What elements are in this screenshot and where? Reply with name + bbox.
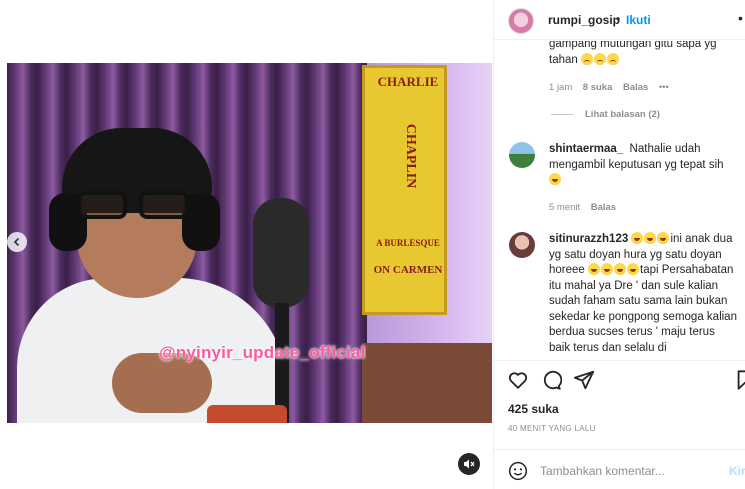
comment-icon[interactable] xyxy=(540,369,562,391)
comment-time: 1 jam xyxy=(549,82,573,93)
comment-time: 5 menit xyxy=(549,202,581,213)
send-button[interactable]: Kirim xyxy=(729,464,745,478)
sad-emoji-icon xyxy=(606,52,619,65)
comment-meta: 1 jam 8 suka Balas ••• xyxy=(549,82,669,93)
microphone xyxy=(253,198,309,308)
reply-button[interactable]: Balas xyxy=(591,202,616,213)
shelf xyxy=(362,343,492,423)
chevron-left-icon[interactable] xyxy=(7,232,27,252)
avatar[interactable] xyxy=(509,232,535,258)
post-time: 40 MENIT YANG LALU xyxy=(508,424,596,433)
laughing-emoji-icon xyxy=(601,263,614,275)
instagram-post-view: CHARLIE CHAPLIN A BURLESQUE ON CARMEN @n… xyxy=(0,0,745,489)
post-username[interactable]: rumpi_gosip xyxy=(548,13,620,27)
laughing-emoji-icon xyxy=(644,232,657,244)
comment-body: tapi Persahabatan itu mahal ya Dre ' dan… xyxy=(549,264,737,354)
share-icon[interactable] xyxy=(573,369,595,391)
comment-username[interactable]: shintaermaa_ xyxy=(549,143,623,155)
more-icon[interactable]: • xyxy=(738,10,743,26)
post-video[interactable]: CHARLIE CHAPLIN A BURLESQUE ON CARMEN @n… xyxy=(7,63,492,423)
post-side-panel: rumpi_gosip • Ikuti • gampang mutungan g… xyxy=(493,0,745,489)
more-icon[interactable]: ••• xyxy=(659,82,669,93)
comment-likes[interactable]: 8 suka xyxy=(583,82,613,93)
comment-bar: Kirim xyxy=(494,449,745,489)
comments-list[interactable]: gampang mutungan gitu sapa yg tahan 1 ja… xyxy=(494,41,745,359)
post-actions: 425 suka 40 MENIT YANG LALU Kirim xyxy=(494,360,745,489)
bookmark-icon[interactable] xyxy=(734,369,745,391)
charlie-chaplin-poster: CHARLIE CHAPLIN A BURLESQUE ON CARMEN xyxy=(362,65,447,315)
post-header: rumpi_gosip • Ikuti • xyxy=(494,0,745,40)
cup xyxy=(207,405,287,423)
replies-divider xyxy=(551,114,573,115)
laughing-emoji-icon xyxy=(627,263,640,275)
like-count[interactable]: 425 suka xyxy=(508,402,559,416)
speaker-muted-icon[interactable] xyxy=(458,453,480,475)
sad-emoji-icon xyxy=(580,52,593,65)
comment-body: gampang mutungan gitu sapa yg tahan xyxy=(549,41,717,66)
comment-text: gampang mutungan gitu sapa yg tahan xyxy=(549,41,739,68)
follow-button[interactable]: Ikuti xyxy=(626,13,651,27)
comment-text: sitinurazzh123 ini anak dua yg satu doya… xyxy=(549,232,739,356)
reply-button[interactable]: Balas xyxy=(623,82,648,93)
laughing-emoji-icon xyxy=(631,232,644,244)
laughing-emoji-icon xyxy=(549,173,561,185)
emoji-icon[interactable] xyxy=(508,461,528,481)
poster-line: CHAPLIN xyxy=(403,123,418,189)
laughing-emoji-icon xyxy=(657,232,670,244)
glasses xyxy=(77,191,192,219)
comment-meta: 5 menit Balas xyxy=(549,202,616,213)
avatar[interactable] xyxy=(509,142,535,168)
video-watermark: @nyinyir_update_official xyxy=(159,343,366,362)
poster-line: A BURLESQUE xyxy=(376,238,440,248)
poster-line: CHARLIE xyxy=(377,74,439,89)
comment-text: shintaermaa_ Nathalie udah mengambil kep… xyxy=(549,142,739,189)
heart-icon[interactable] xyxy=(507,369,529,391)
view-replies-button[interactable]: Lihat balasan (2) xyxy=(585,109,660,120)
comment-input[interactable] xyxy=(540,464,720,478)
laughing-emoji-icon xyxy=(588,263,601,275)
comment-username[interactable]: sitinurazzh123 xyxy=(549,233,628,245)
media-area: CHARLIE CHAPLIN A BURLESQUE ON CARMEN @n… xyxy=(0,0,493,489)
sad-emoji-icon xyxy=(593,52,606,65)
separator-dot: • xyxy=(616,12,621,26)
poster-line: ON CARMEN xyxy=(373,264,443,276)
avatar[interactable] xyxy=(508,8,534,34)
laughing-emoji-icon xyxy=(614,263,627,275)
